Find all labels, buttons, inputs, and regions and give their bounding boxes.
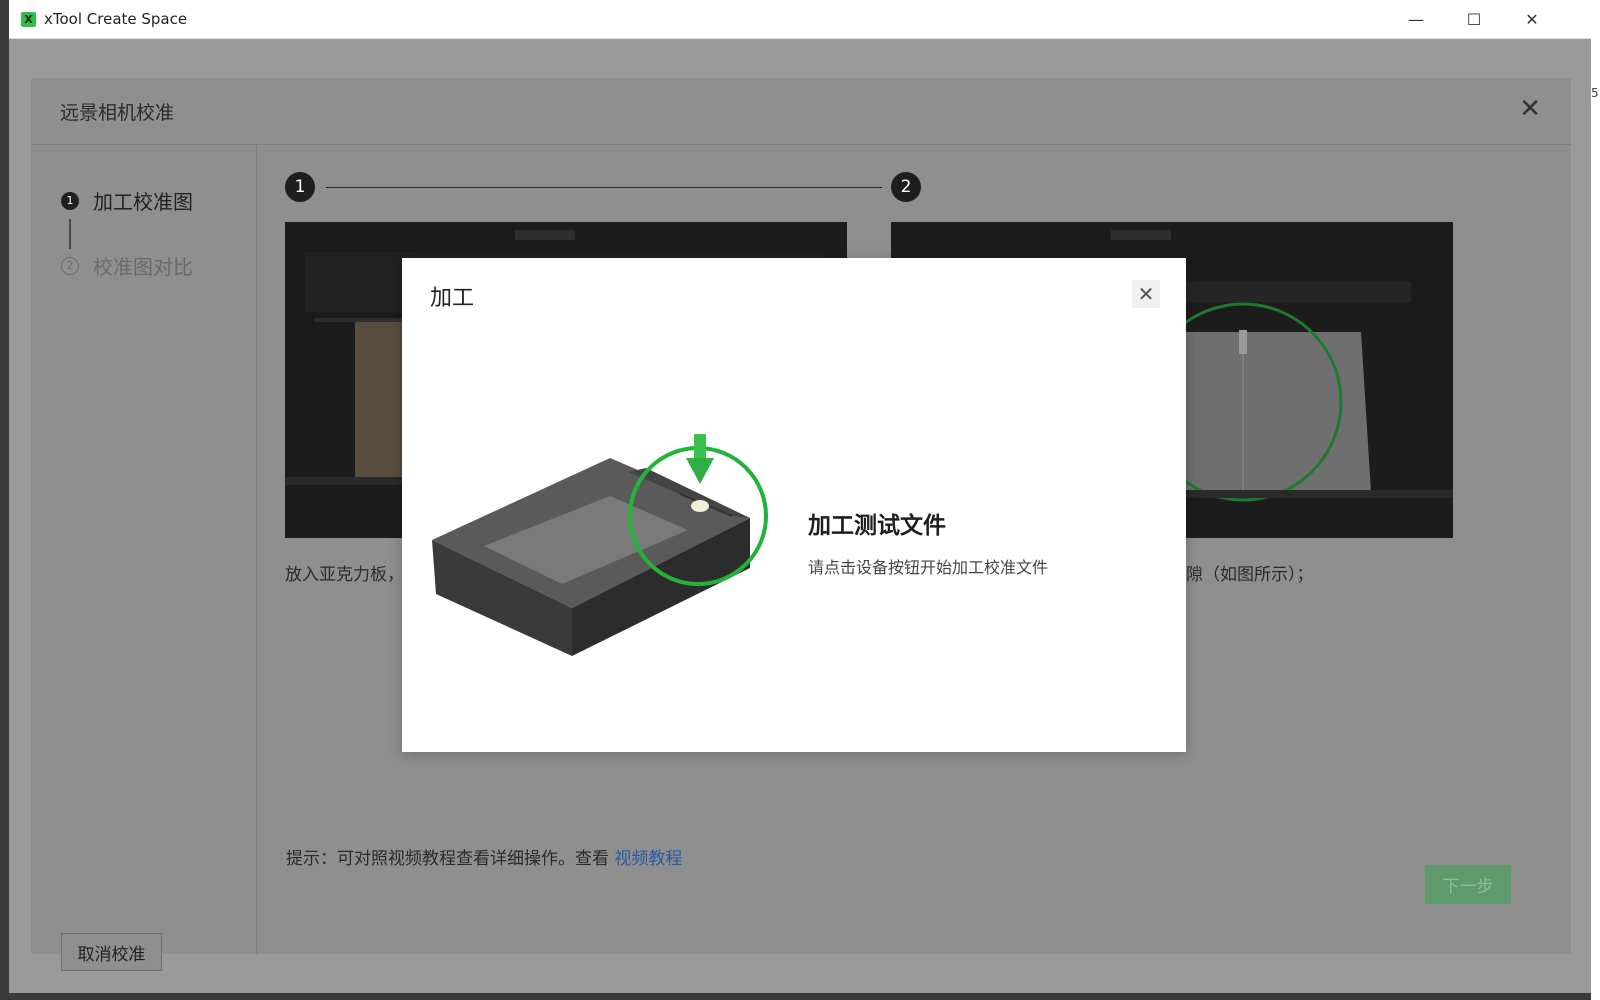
modal-title: 加工 [430, 286, 475, 311]
step-number-badge: 1 [61, 191, 79, 210]
step-connector [69, 219, 71, 249]
progress-step-1: 1 [285, 172, 315, 202]
step-number-badge: 2 [61, 256, 79, 275]
maximize-button[interactable]: ☐ [1445, 0, 1503, 38]
next-step-button[interactable]: 下一步 [1425, 865, 1511, 904]
step-item-process: 1 加工校准图 [61, 186, 193, 215]
step2-description: 隙（如图所示）； [1186, 565, 1314, 585]
process-modal: 加工 ✕ 加工测试文件 请点击设备按钮开始加工校准文件 [402, 258, 1186, 752]
progress-line [326, 187, 882, 188]
step1-description: 放入亚克力板， [285, 565, 404, 585]
modal-description: 请点击设备按钮开始加工校准文件 [808, 558, 1049, 577]
dialog-header: 远景相机校准 ✕ [31, 78, 1571, 145]
desktop-edge-text: 5: [1591, 86, 1600, 100]
progress-step-2: 2 [891, 172, 921, 202]
steps-sidebar: 1 加工校准图 2 校准图对比 取消校准 [31, 145, 257, 971]
dialog-close-button[interactable]: ✕ [1519, 94, 1541, 124]
tip-label: 提示：可对照视频教程查看详细操作。查看 [286, 849, 609, 869]
minimize-button[interactable]: — [1387, 0, 1445, 38]
video-tutorial-link[interactable]: 视频教程 [614, 849, 682, 869]
cancel-calibration-button[interactable]: 取消校准 [61, 933, 162, 971]
window-title: xTool Create Space [44, 10, 188, 28]
modal-heading: 加工测试文件 [808, 513, 946, 539]
titlebar: X xTool Create Space — ☐ ✕ [9, 0, 1591, 39]
step-label: 加工校准图 [93, 190, 193, 214]
step-item-compare: 2 校准图对比 [61, 251, 193, 280]
window-close-button[interactable]: ✕ [1503, 0, 1561, 38]
dialog-title: 远景相机校准 [60, 102, 175, 124]
device-press-button-illustration [432, 428, 792, 658]
step-label: 校准图对比 [93, 255, 193, 279]
tip-text: 提示：可对照视频教程查看详细操作。查看 视频教程 [286, 844, 682, 869]
app-logo-icon: X [21, 11, 36, 27]
desktop-edge [1591, 0, 1600, 1000]
modal-close-button[interactable]: ✕ [1132, 280, 1160, 308]
